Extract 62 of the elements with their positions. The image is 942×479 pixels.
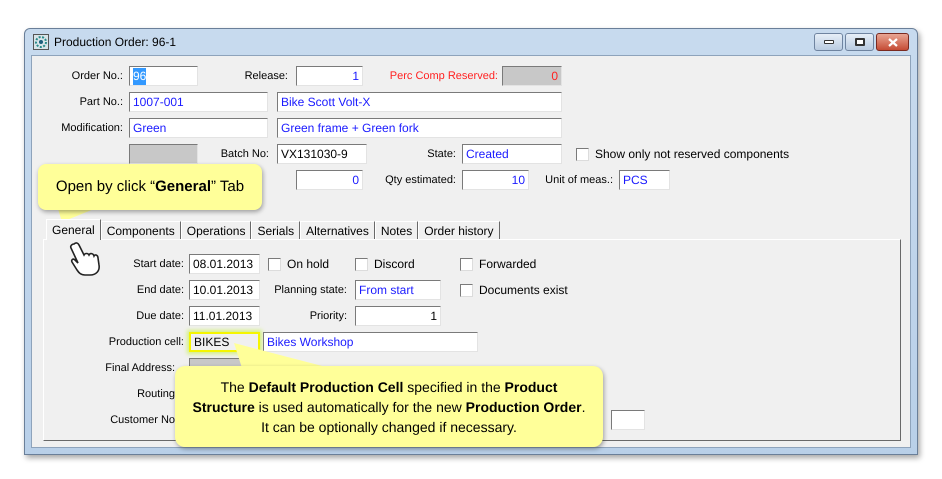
- tab[interactable]: General: [46, 219, 101, 240]
- checkbox[interactable]: [576, 148, 589, 160]
- input-field[interactable]: Green: [129, 118, 268, 138]
- input-field[interactable]: 10.01.2013: [189, 280, 260, 300]
- input-field[interactable]: Bike Scott Volt-X: [277, 92, 562, 112]
- checkbox-label: On hold: [287, 256, 330, 273]
- input-field[interactable]: 0: [296, 170, 363, 190]
- input-field[interactable]: 1007-001: [129, 92, 268, 112]
- input-field[interactable]: Bikes Workshop: [263, 332, 478, 352]
- input-field[interactable]: 11.01.2013: [189, 306, 260, 326]
- field-label: Routing: [137, 386, 175, 402]
- checkbox-label: Forwarded: [479, 256, 536, 273]
- checkbox[interactable]: [268, 258, 281, 270]
- maximize-button[interactable]: [845, 33, 874, 51]
- field-label: Due date:: [136, 308, 184, 324]
- input-field[interactable]: BIKES: [189, 332, 260, 352]
- field-label: Modification:: [61, 120, 123, 136]
- tab[interactable]: Operations: [180, 221, 252, 239]
- input-field[interactable]: From start: [355, 280, 441, 300]
- input-field[interactable]: 1: [355, 306, 441, 326]
- field-label: Qty estimated:: [385, 172, 456, 188]
- field-label: Customer No: [110, 412, 175, 428]
- restore-icon: [854, 38, 864, 46]
- input-field[interactable]: 08.01.2013: [189, 254, 260, 274]
- field-label: State:: [427, 146, 456, 162]
- field-label: Production cell:: [108, 334, 184, 350]
- field-label: Start date:: [133, 256, 184, 272]
- field-label: Batch No:: [220, 146, 269, 162]
- input-field[interactable]: 10: [462, 170, 529, 190]
- checkbox-label: Discord: [374, 256, 415, 273]
- input-field[interactable]: VX131030-9: [277, 144, 367, 164]
- tab[interactable]: Serials: [251, 221, 300, 239]
- checkbox-label: Show only not reserved components: [595, 146, 790, 163]
- tab[interactable]: Notes: [374, 221, 418, 239]
- field-label: Release:: [244, 68, 288, 84]
- field-label: Perc Comp Reserved:: [390, 68, 498, 84]
- field-label: Part No.:: [80, 94, 123, 110]
- input-field[interactable]: Created: [462, 144, 562, 164]
- close-icon: [888, 38, 898, 46]
- input-field[interactable]: Green frame + Green fork: [277, 118, 562, 138]
- field-label: End date:: [136, 282, 184, 298]
- field-label: Planning state:: [274, 282, 347, 298]
- checkbox[interactable]: [355, 258, 368, 270]
- checkbox[interactable]: [460, 284, 473, 296]
- tab[interactable]: Order history: [418, 221, 500, 239]
- field-label: Priority:: [310, 308, 347, 324]
- minimize-button[interactable]: [814, 33, 843, 51]
- checkbox-label: Documents exist: [479, 282, 568, 299]
- input-field[interactable]: [611, 410, 645, 430]
- hand-pointer-icon: [68, 241, 102, 277]
- input-field[interactable]: 1: [296, 66, 363, 86]
- checkbox[interactable]: [460, 258, 473, 270]
- field-label: Final Address:: [105, 360, 175, 376]
- input-field[interactable]: PCS: [619, 170, 670, 190]
- minimize-icon: [824, 40, 834, 44]
- field-label: Unit of meas.:: [545, 172, 613, 188]
- close-button[interactable]: [876, 33, 909, 51]
- window-title: Production Order: 96-1: [54, 34, 176, 51]
- app-icon: [33, 34, 49, 50]
- tab[interactable]: Components: [100, 221, 181, 239]
- tab[interactable]: Alternatives: [300, 221, 375, 239]
- field-label: Order No.:: [72, 68, 123, 84]
